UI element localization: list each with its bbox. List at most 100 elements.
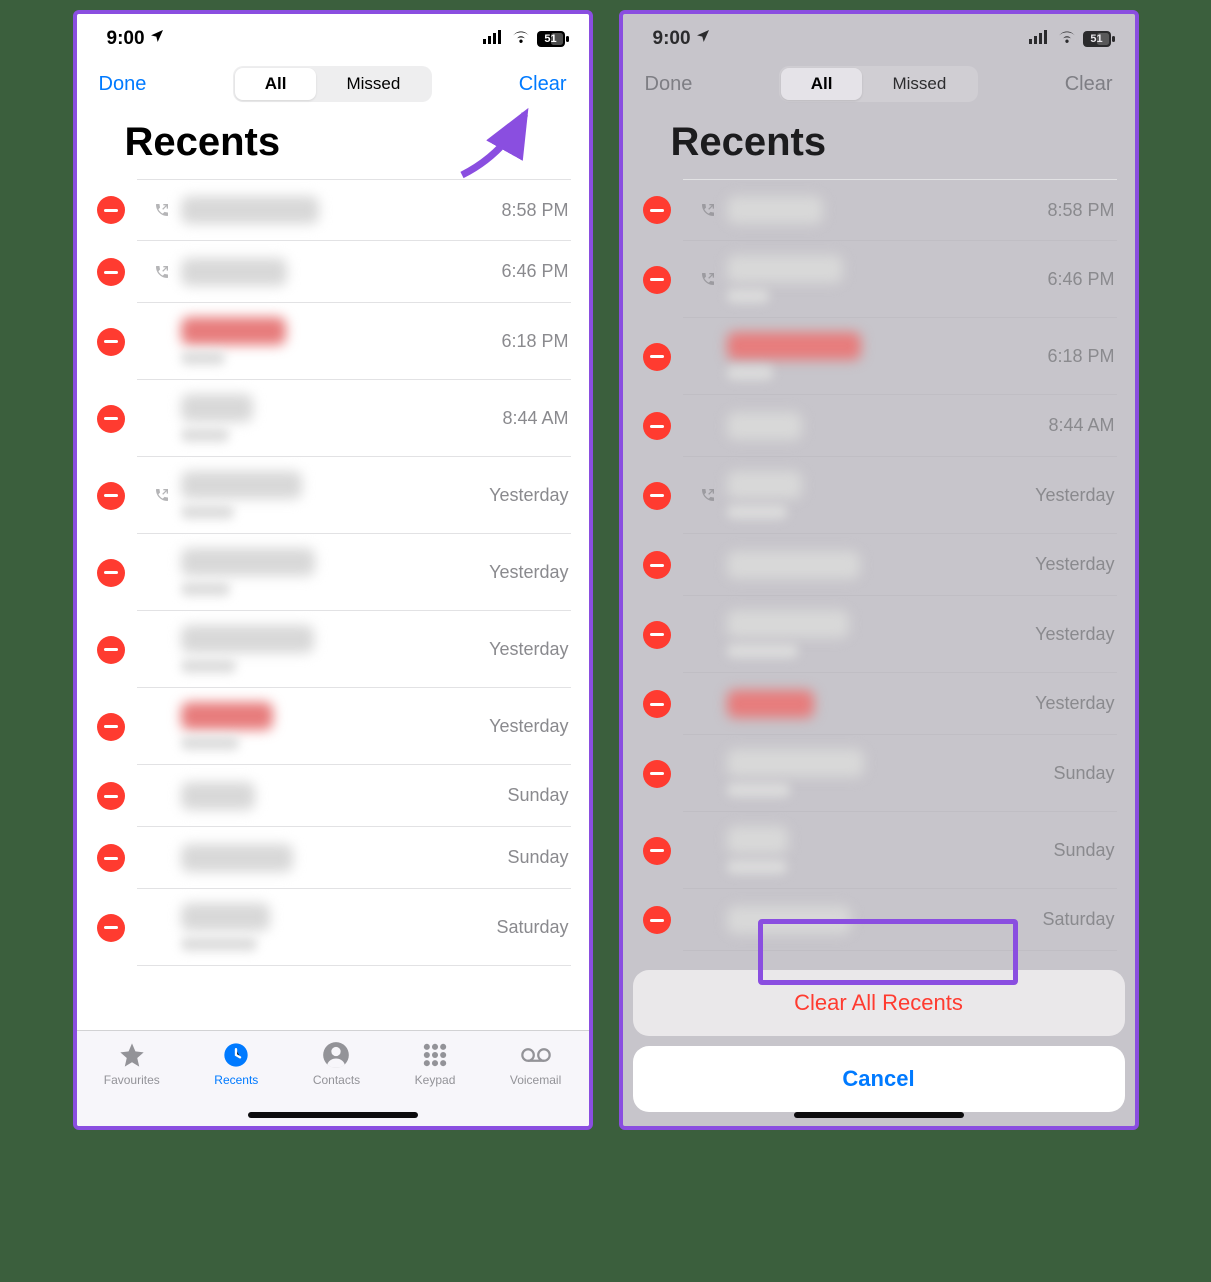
call-row[interactable]: Saturday [77, 889, 589, 966]
cellular-icon [483, 28, 505, 50]
home-indicator[interactable] [248, 1112, 418, 1118]
contact-name-redacted [181, 903, 489, 951]
delete-row-button[interactable] [97, 482, 125, 510]
call-time: Saturday [1042, 909, 1114, 930]
call-row[interactable]: 8:58 PM [77, 179, 589, 241]
call-row[interactable]: 8:44 AM [623, 395, 1135, 457]
clear-button[interactable]: Clear [519, 73, 567, 96]
call-row[interactable]: Yesterday [623, 596, 1135, 673]
tab-label: Contacts [313, 1073, 360, 1087]
status-bar: 9:00 51 [623, 14, 1135, 56]
call-row[interactable]: Sunday [77, 827, 589, 889]
contact-name-redacted [727, 826, 1046, 874]
delete-row-button[interactable] [643, 482, 671, 510]
call-row[interactable]: 6:46 PM [77, 241, 589, 303]
call-row[interactable]: Yesterday [623, 534, 1135, 596]
battery-icon: 51 [537, 31, 569, 47]
call-time: 8:58 PM [501, 200, 568, 221]
delete-row-button[interactable] [97, 914, 125, 942]
call-row[interactable]: 8:58 PM [623, 179, 1135, 241]
status-time: 9:00 [107, 28, 145, 50]
outgoing-call-icon [699, 201, 717, 219]
delete-row-button[interactable] [643, 196, 671, 224]
contact-name-redacted [181, 471, 482, 519]
delete-row-button[interactable] [97, 328, 125, 356]
call-time: Yesterday [1035, 693, 1114, 714]
delete-row-button[interactable] [97, 713, 125, 741]
tab-favourites[interactable]: Favourites [104, 1041, 160, 1087]
recents-list-b: 8:58 PM 6:46 PM 6:18 PM 8:44 AM Yesterday Yes… [623, 179, 1135, 951]
location-arrow-icon [695, 28, 711, 50]
delete-row-button[interactable] [97, 258, 125, 286]
call-row[interactable]: Saturday [623, 889, 1135, 951]
filter-segmented[interactable]: All Missed [233, 66, 433, 102]
delete-row-button[interactable] [643, 906, 671, 934]
delete-row-button[interactable] [643, 760, 671, 788]
delete-row-button[interactable] [643, 412, 671, 440]
call-row[interactable]: Yesterday [623, 457, 1135, 534]
contact-name-redacted [181, 317, 494, 365]
call-time: 6:46 PM [1047, 269, 1114, 290]
contact-name-redacted [727, 332, 1040, 380]
call-row[interactable]: Sunday [77, 765, 589, 827]
battery-icon: 51 [1083, 31, 1115, 47]
call-row[interactable]: Sunday [623, 812, 1135, 889]
tab-contacts[interactable]: Contacts [313, 1041, 360, 1087]
call-row[interactable]: 6:46 PM [623, 241, 1135, 318]
delete-row-button[interactable] [97, 844, 125, 872]
contact-name-redacted [727, 690, 1028, 718]
contact-name-redacted [727, 610, 1028, 658]
delete-row-button[interactable] [97, 405, 125, 433]
call-row[interactable]: 6:18 PM [77, 303, 589, 380]
segment-missed[interactable]: Missed [316, 68, 430, 100]
tab-label: Recents [214, 1073, 258, 1087]
delete-row-button[interactable] [643, 343, 671, 371]
call-time: 6:46 PM [501, 261, 568, 282]
outgoing-call-icon [153, 201, 171, 219]
delete-row-button[interactable] [643, 690, 671, 718]
clear-all-recents-button[interactable]: Clear All Recents [633, 970, 1125, 1036]
call-row[interactable]: Yesterday [77, 534, 589, 611]
delete-row-button[interactable] [97, 196, 125, 224]
delete-row-button[interactable] [643, 621, 671, 649]
contact-name-redacted [727, 196, 1040, 224]
delete-row-button[interactable] [97, 636, 125, 664]
call-row[interactable]: 6:18 PM [623, 318, 1135, 395]
delete-row-button[interactable] [643, 266, 671, 294]
outgoing-call-icon [699, 270, 717, 288]
delete-row-button[interactable] [643, 551, 671, 579]
call-time: Yesterday [489, 639, 568, 660]
delete-row-button[interactable] [97, 782, 125, 810]
tab-recents[interactable]: Recents [214, 1041, 258, 1087]
outgoing-call-icon [153, 486, 171, 504]
contact-name-redacted [181, 782, 500, 810]
call-time: 8:58 PM [1047, 200, 1114, 221]
contact-name-redacted [727, 906, 1035, 934]
call-row[interactable]: Yesterday [77, 688, 589, 765]
call-time: 6:18 PM [501, 331, 568, 352]
call-time: 8:44 AM [1048, 415, 1114, 436]
outgoing-call-icon [153, 263, 171, 281]
status-time: 9:00 [653, 28, 691, 50]
contact-name-redacted [181, 625, 482, 673]
clear-button: Clear [1065, 73, 1113, 96]
battery-percent: 51 [537, 31, 565, 47]
tab-voicemail[interactable]: Voicemail [510, 1041, 561, 1087]
done-button[interactable]: Done [99, 73, 147, 96]
segment-all[interactable]: All [235, 68, 317, 100]
tab-keypad[interactable]: Keypad [415, 1041, 456, 1087]
cancel-button[interactable]: Cancel [633, 1046, 1125, 1112]
delete-row-button[interactable] [97, 559, 125, 587]
call-row[interactable]: 8:44 AM [77, 380, 589, 457]
call-row[interactable]: Yesterday [623, 673, 1135, 735]
home-indicator[interactable] [794, 1112, 964, 1118]
call-row[interactable]: Sunday [623, 735, 1135, 812]
call-time: Yesterday [1035, 485, 1114, 506]
contact-name-redacted [727, 471, 1028, 519]
delete-row-button[interactable] [643, 837, 671, 865]
call-row[interactable]: Yesterday [77, 457, 589, 534]
filter-segmented: All Missed [779, 66, 979, 102]
call-time: Yesterday [1035, 624, 1114, 645]
call-row[interactable]: Yesterday [77, 611, 589, 688]
call-time: Saturday [496, 917, 568, 938]
